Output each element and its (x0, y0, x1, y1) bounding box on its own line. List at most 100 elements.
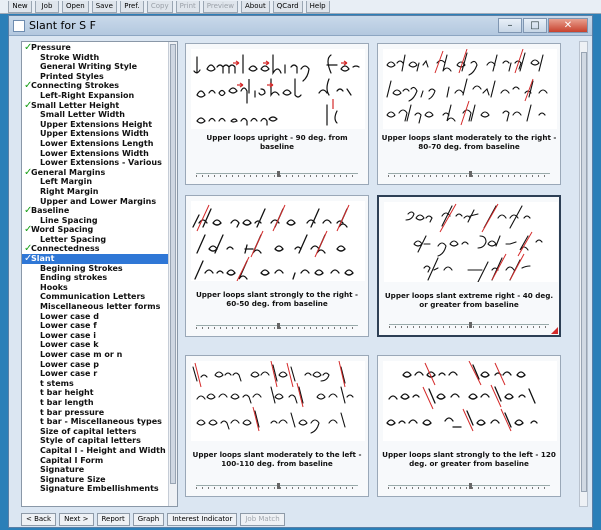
trait-list-item[interactable]: General Writing Style (22, 62, 168, 72)
sample-card-extreme-right[interactable]: Upper loops slant extreme right - 40 deg… (377, 195, 561, 337)
trait-list-item[interactable]: Hooks (22, 283, 168, 293)
trait-list-item[interactable]: Stroke Width (22, 53, 168, 63)
trait-list-item[interactable]: Line Spacing (22, 216, 168, 226)
graph-button[interactable]: Graph (132, 513, 165, 526)
save-button[interactable]: Save (91, 1, 117, 13)
rating-slider[interactable] (389, 322, 549, 328)
trait-list-item[interactable]: Size of capital letters (22, 427, 168, 437)
trait-list-item[interactable]: Right Margin (22, 187, 168, 197)
trait-list-item[interactable]: t bar - Miscellaneous types (22, 417, 168, 427)
trait-list-item[interactable]: Lower case f (22, 321, 168, 331)
job-button[interactable]: Job (35, 1, 59, 13)
minimize-button[interactable]: – (498, 18, 522, 33)
report-button[interactable]: Report (96, 513, 130, 526)
trait-list-item[interactable]: Small Letter Height (22, 101, 168, 111)
trait-list-item[interactable]: Ending strokes (22, 273, 168, 283)
main-toolbar: New Job Open Save Pref. Copy Print Previ… (0, 0, 601, 14)
trait-list-item[interactable]: Lower case r (22, 369, 168, 379)
trait-list-item[interactable]: Lower Extensions Width (22, 149, 168, 159)
card-caption: Upper loops upright - 90 deg. from basel… (206, 133, 348, 151)
trait-list-item[interactable]: Letter Spacing (22, 235, 168, 245)
handwriting-sample (384, 202, 558, 282)
handwriting-sample (383, 361, 557, 441)
trait-list-item[interactable]: Connecting Strokes (22, 81, 168, 91)
about-button[interactable]: About (241, 1, 270, 13)
interest-indicator-button[interactable]: Interest Indicator (167, 513, 238, 526)
trait-list-item[interactable]: Communication Letters (22, 292, 168, 302)
print-button[interactable]: Print (175, 1, 200, 13)
trait-list-item[interactable]: Lower Extensions Length (22, 139, 168, 149)
trait-list-item[interactable]: Lower case p (22, 360, 168, 370)
sample-card-upright[interactable]: Upper loops upright - 90 deg. from basel… (185, 43, 369, 185)
card-caption: Upper loops slant strongly to the left -… (382, 450, 556, 468)
sample-card-strong-left[interactable]: Upper loops slant strongly to the left -… (377, 355, 561, 497)
rating-slider[interactable] (388, 171, 550, 177)
qcard-button[interactable]: QCard (272, 1, 303, 13)
handwriting-image (192, 204, 354, 281)
trait-list-item[interactable]: Left Margin (22, 177, 168, 187)
close-button[interactable]: ✕ (548, 18, 588, 33)
sample-card-strong-right[interactable]: Upper loops slant strongly to the right … (185, 195, 369, 337)
trait-list-item[interactable]: Signature (22, 465, 168, 475)
trait-list-item[interactable]: Style of capital letters (22, 436, 168, 446)
trait-list-item[interactable]: Capital I Form (22, 456, 168, 466)
help-button[interactable]: Help (305, 1, 330, 13)
trait-list-item[interactable]: Small Letter Width (22, 110, 168, 120)
rating-slider[interactable] (388, 483, 550, 489)
handwriting-sample (191, 361, 365, 441)
trait-list-item[interactable]: t stems (22, 379, 168, 389)
handwriting-image (386, 49, 548, 126)
trait-list-item[interactable]: Beginning Strokes (22, 264, 168, 274)
slider-knob[interactable] (277, 171, 280, 177)
trait-list-item[interactable]: Connectedness (22, 244, 168, 254)
copy-button[interactable]: Copy (146, 1, 173, 13)
trait-list-item[interactable]: Lower Extensions - Various (22, 158, 168, 168)
trait-list-item[interactable]: Left-Right Expansion (22, 91, 168, 101)
preferences-button[interactable]: Pref. (119, 1, 144, 13)
back-button[interactable]: < Back (21, 513, 57, 526)
title-bar[interactable]: Slant for S F – □ ✕ (9, 16, 592, 36)
trait-list-item[interactable]: t bar pressure (22, 408, 168, 418)
preview-button[interactable]: Preview (202, 1, 239, 13)
slider-knob[interactable] (277, 483, 280, 489)
job-match-button[interactable]: Job Match (240, 513, 285, 526)
trait-list-item[interactable]: General Margins (22, 168, 168, 178)
trait-list-item[interactable]: Lower case k (22, 340, 168, 350)
trait-list-item[interactable]: Capital I - Height and Width (22, 446, 168, 456)
trait-list-item[interactable]: t bar height (22, 388, 168, 398)
trait-list-item[interactable]: Slant (22, 254, 168, 264)
trait-list-item[interactable]: Lower case m or n (22, 350, 168, 360)
slider-knob[interactable] (469, 483, 472, 489)
trait-list-item[interactable]: Lower case i (22, 331, 168, 341)
trait-list-item[interactable]: Word Spacing (22, 225, 168, 235)
trait-list-scroll-thumb[interactable] (170, 44, 176, 484)
trait-list-item[interactable]: Baseline (22, 206, 168, 216)
trait-list-scrollbar[interactable] (168, 42, 177, 506)
rating-slider[interactable] (196, 483, 358, 489)
trait-list-item[interactable]: Lower case d (22, 312, 168, 322)
handwriting-sample (191, 49, 365, 129)
trait-list-item[interactable]: Signature Size (22, 475, 168, 485)
trait-list-item[interactable]: t bar length (22, 398, 168, 408)
trait-list-item[interactable]: Upper and Lower Margins (22, 197, 168, 207)
trait-list-item[interactable]: Pressure (22, 43, 168, 53)
handwriting-image (193, 54, 360, 126)
sample-grid-scroll-thumb[interactable] (581, 52, 587, 492)
trait-list-item[interactable]: Signature Embellishments (22, 484, 168, 494)
rating-slider[interactable] (196, 171, 358, 177)
maximize-button[interactable]: □ (523, 18, 547, 33)
slider-knob[interactable] (469, 171, 472, 177)
rating-slider[interactable] (196, 323, 358, 329)
slider-knob[interactable] (469, 322, 472, 328)
sample-card-moderate-left[interactable]: Upper loops slant moderately to the left… (185, 355, 369, 497)
trait-list-item[interactable]: Printed Styles (22, 72, 168, 82)
sample-grid-scrollbar[interactable] (579, 41, 588, 507)
new-button[interactable]: New (8, 1, 32, 13)
trait-list-item[interactable]: Upper Extensions Width (22, 129, 168, 139)
slider-knob[interactable] (277, 323, 280, 329)
trait-list-item[interactable]: Miscellaneous letter forms (22, 302, 168, 312)
open-button[interactable]: Open (62, 1, 89, 13)
trait-list-item[interactable]: Upper Extensions Height (22, 120, 168, 130)
next-button[interactable]: Next > (59, 513, 94, 526)
sample-card-moderate-right[interactable]: Upper loops slant moderately to the righ… (377, 43, 561, 185)
